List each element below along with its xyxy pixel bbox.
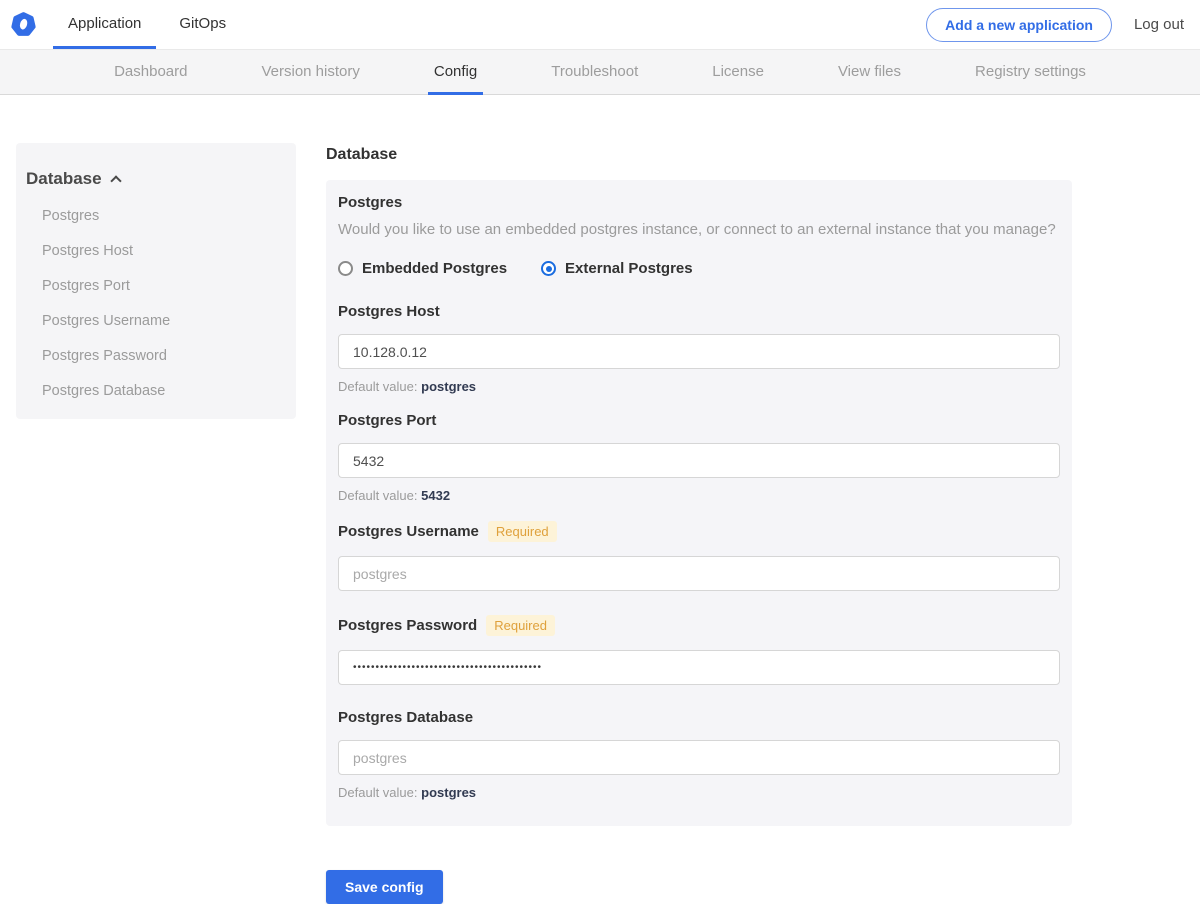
radio-label: External Postgres <box>565 260 693 277</box>
field-label: Postgres Database <box>338 709 474 726</box>
top-tab-gitops[interactable]: GitOps <box>164 0 241 49</box>
app-logo-icon <box>11 12 36 36</box>
field-postgres-database: Postgres Database Default value: postgre… <box>338 709 1060 800</box>
page-title: Database <box>326 146 398 163</box>
field-postgres-host: Postgres Host Default value: postgres <box>338 303 1060 394</box>
default-value-text: postgres <box>421 785 477 800</box>
subnav-tab-version-history[interactable]: Version history <box>255 50 365 95</box>
default-value-label: Default value: <box>338 488 418 503</box>
sidebar-item-postgres-password[interactable]: Postgres Password <box>42 349 286 364</box>
postgres-database-input[interactable] <box>338 740 1060 775</box>
field-label: Postgres Username Required <box>338 521 1060 542</box>
sidebar-item-postgres-database[interactable]: Postgres Database <box>42 384 286 399</box>
logout-link[interactable]: Log out <box>1134 16 1184 33</box>
content-area: Database Postgres Postgres Host Postgres… <box>0 143 1200 904</box>
default-value-helper: Default value: 5432 <box>338 488 1060 503</box>
sidebar-item-postgres[interactable]: Postgres <box>42 209 286 224</box>
subnav-tab-view-files[interactable]: View files <box>832 50 907 95</box>
topbar-right: Add a new application Log out <box>926 0 1200 49</box>
sidebar-group-title: Database <box>26 169 102 188</box>
default-value-label: Default value: <box>338 379 418 394</box>
config-main: Database Postgres Would you like to use … <box>326 143 1072 904</box>
top-tab-application[interactable]: Application <box>53 0 157 49</box>
radio-unselected-icon <box>338 261 353 276</box>
app-logo[interactable] <box>10 0 37 49</box>
postgres-host-input[interactable] <box>338 334 1060 369</box>
field-label: Postgres Host <box>338 303 440 320</box>
sidebar-item-postgres-host[interactable]: Postgres Host <box>42 244 286 259</box>
radio-embedded-postgres[interactable]: Embedded Postgres <box>338 260 507 277</box>
radio-label: Embedded Postgres <box>362 260 508 277</box>
default-value-helper: Default value: postgres <box>338 379 1060 394</box>
top-nav: Application GitOps <box>53 0 249 49</box>
field-postgres-username: Postgres Username Required <box>338 521 1060 591</box>
top-tab-label: GitOps <box>179 14 227 32</box>
top-tab-label: Application <box>68 14 142 32</box>
field-label-text: Postgres Password <box>338 617 478 634</box>
field-label: Postgres Password Required <box>338 615 1060 636</box>
sidebar-item-postgres-port[interactable]: Postgres Port <box>42 279 286 294</box>
subnav-tab-config[interactable]: Config <box>427 50 484 95</box>
field-postgres-port: Postgres Port Default value: 5432 <box>338 412 1060 503</box>
postgres-username-input[interactable] <box>338 556 1060 591</box>
postgres-port-input[interactable] <box>338 443 1060 478</box>
default-value-label: Default value: <box>338 785 418 800</box>
field-label: Postgres Port <box>338 412 437 429</box>
default-value-text: 5432 <box>421 488 451 503</box>
radio-external-postgres[interactable]: External Postgres <box>541 260 693 277</box>
subnav-tab-license[interactable]: License <box>706 50 770 95</box>
config-sidebar: Database Postgres Postgres Host Postgres… <box>16 143 296 419</box>
radio-selected-icon <box>541 261 557 276</box>
top-header: Application GitOps Add a new application… <box>0 0 1200 49</box>
add-application-button[interactable]: Add a new application <box>926 7 1112 42</box>
save-config-button[interactable]: Save config <box>326 870 443 904</box>
field-postgres-password: Postgres Password Required <box>338 615 1060 685</box>
required-badge: Required <box>487 521 557 542</box>
sidebar-item-postgres-username[interactable]: Postgres Username <box>42 314 286 329</box>
sidebar-group-database[interactable]: Database <box>26 169 286 189</box>
config-panel: Postgres Would you like to use an embedd… <box>326 180 1072 826</box>
chevron-up-icon <box>109 175 122 187</box>
postgres-password-input[interactable] <box>338 650 1060 685</box>
subnav-tab-registry-settings[interactable]: Registry settings <box>969 50 1092 95</box>
subnav-tab-troubleshoot[interactable]: Troubleshoot <box>545 50 644 95</box>
subnav-tab-dashboard[interactable]: Dashboard <box>108 50 193 95</box>
radio-group-description: Would you like to use an embedded postgr… <box>338 221 1056 238</box>
default-value-helper: Default value: postgres <box>338 785 1060 800</box>
required-badge: Required <box>486 615 555 636</box>
radio-group-label: Postgres <box>338 194 403 211</box>
default-value-text: postgres <box>421 379 477 394</box>
field-label-text: Postgres Username <box>338 523 479 540</box>
postgres-radio-group: Embedded Postgres External Postgres <box>338 260 1060 277</box>
app-subnav: Dashboard Version history Config Trouble… <box>0 49 1200 95</box>
